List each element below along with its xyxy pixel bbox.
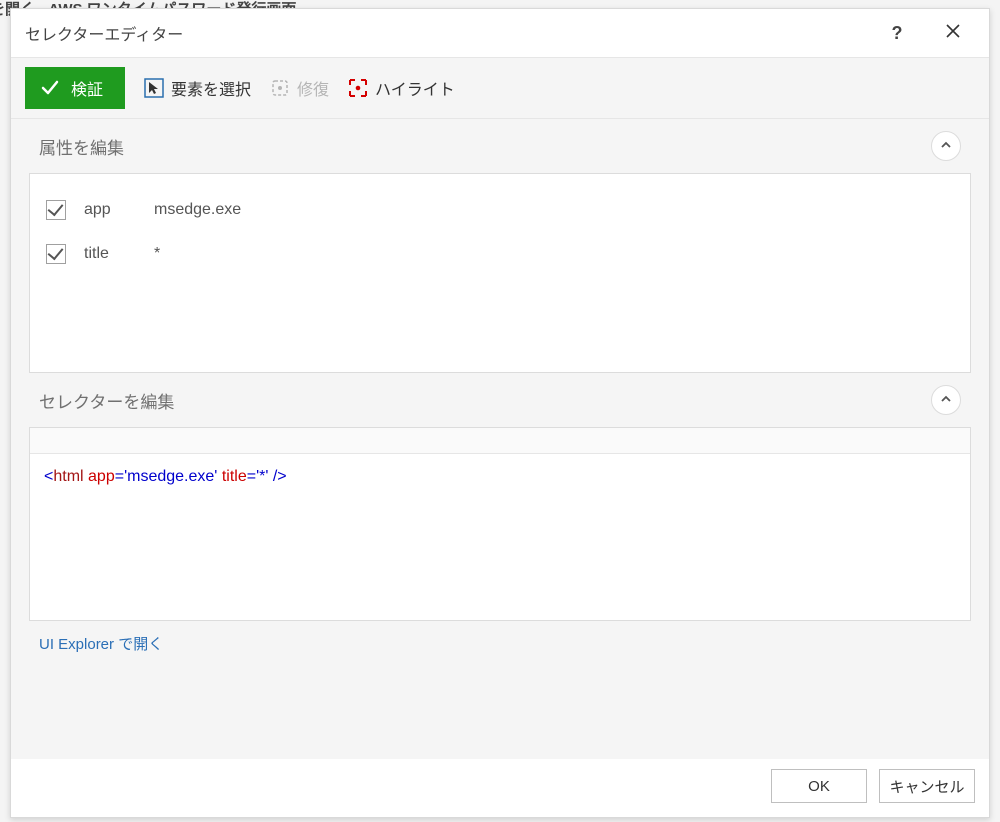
attribute-checkbox[interactable] bbox=[46, 244, 66, 264]
check-icon bbox=[39, 77, 61, 99]
selector-editor-dialog: セレクターエディター ? 検証 要素を選択 修復 bbox=[10, 8, 990, 818]
cancel-button[interactable]: キャンセル bbox=[879, 769, 975, 803]
highlight-icon bbox=[347, 77, 369, 99]
selector-panel: <html app='msedge.exe' title='*' /> bbox=[29, 427, 971, 621]
attribute-name: app bbox=[84, 201, 136, 219]
attribute-checkbox[interactable] bbox=[46, 200, 66, 220]
attribute-value[interactable]: * bbox=[154, 245, 160, 263]
help-button[interactable]: ? bbox=[869, 9, 925, 57]
titlebar: セレクターエディター ? bbox=[11, 9, 989, 57]
attributes-section-header: 属性を編集 bbox=[29, 119, 971, 173]
cursor-icon bbox=[143, 77, 165, 99]
attribute-row: app msedge.exe bbox=[46, 188, 954, 232]
open-ui-explorer-link[interactable]: UI Explorer で開く bbox=[39, 636, 163, 653]
attribute-row: title * bbox=[46, 232, 954, 276]
close-button[interactable] bbox=[925, 9, 981, 57]
select-element-label: 要素を選択 bbox=[171, 76, 251, 100]
target-square-icon bbox=[269, 77, 291, 99]
chevron-up-icon bbox=[940, 390, 952, 410]
highlight-label: ハイライト bbox=[375, 76, 455, 100]
toolbar: 検証 要素を選択 修復 ハイライト bbox=[11, 57, 989, 119]
select-element-button[interactable]: 要素を選択 bbox=[143, 76, 251, 100]
close-icon bbox=[945, 23, 961, 44]
attributes-collapse-button[interactable] bbox=[931, 131, 961, 161]
attributes-panel: app msedge.exe title * bbox=[29, 173, 971, 373]
repair-label: 修復 bbox=[297, 76, 329, 100]
selector-collapse-button[interactable] bbox=[931, 385, 961, 415]
validate-button[interactable]: 検証 bbox=[25, 67, 125, 109]
dialog-body: 属性を編集 app msedge.exe title * セレクターを編集 bbox=[11, 119, 989, 759]
selector-code-editor[interactable]: <html app='msedge.exe' title='*' /> bbox=[30, 454, 970, 500]
selector-section-header: セレクターを編集 bbox=[29, 373, 971, 427]
attribute-value[interactable]: msedge.exe bbox=[154, 201, 241, 219]
attributes-section-title: 属性を編集 bbox=[39, 134, 124, 159]
validate-label: 検証 bbox=[71, 76, 103, 100]
footer-buttons: OK キャンセル bbox=[11, 759, 989, 817]
chevron-up-icon bbox=[940, 136, 952, 156]
selector-gutter bbox=[30, 428, 970, 454]
ok-button[interactable]: OK bbox=[771, 769, 867, 803]
repair-button: 修復 bbox=[269, 76, 329, 100]
attribute-name: title bbox=[84, 245, 136, 263]
highlight-button[interactable]: ハイライト bbox=[347, 76, 455, 100]
selector-section-title: セレクターを編集 bbox=[39, 388, 174, 413]
dialog-title: セレクターエディター bbox=[25, 21, 869, 45]
footer-links: UI Explorer で開く bbox=[29, 621, 971, 662]
